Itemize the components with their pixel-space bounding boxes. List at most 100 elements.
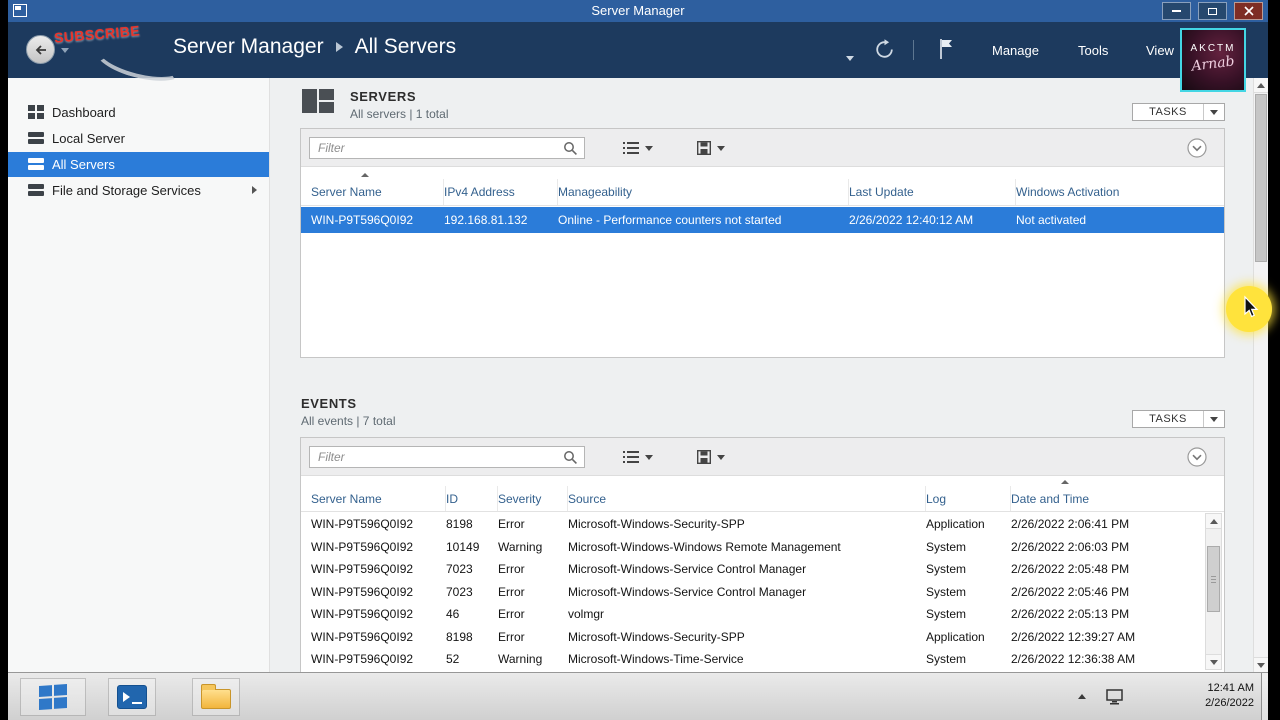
show-desktop-button[interactable] xyxy=(1261,673,1268,720)
window-title: Server Manager xyxy=(591,3,685,18)
column-header-server-name[interactable]: Server Name xyxy=(311,486,446,511)
scroll-down-icon xyxy=(1257,662,1265,668)
events-filter-input[interactable] xyxy=(309,446,585,468)
notifications-flag-icon xyxy=(940,39,952,59)
dropdown-caret-icon xyxy=(645,454,653,460)
servers-collapse-button[interactable] xyxy=(1187,138,1207,163)
titlebar: Server Manager xyxy=(8,0,1268,22)
column-header-server-name[interactable]: Server Name xyxy=(311,179,444,205)
column-header-manageability[interactable]: Manageability xyxy=(558,179,849,205)
tasks-caret-box xyxy=(1204,104,1224,120)
cell-server-name: WIN-P9T596Q0I92 xyxy=(311,607,414,622)
cell-server-name: WIN-P9T596Q0I92 xyxy=(311,584,414,599)
cell-id: 7023 xyxy=(446,562,473,577)
menu-manage[interactable]: Manage xyxy=(992,22,1039,78)
cell-source: volmgr xyxy=(568,607,605,622)
tasks-label: TASKS xyxy=(1149,106,1187,118)
events-save-query-button[interactable] xyxy=(693,446,729,468)
search-icon xyxy=(564,142,577,155)
taskbar-clock[interactable]: 12:41 AM 2/26/2022 xyxy=(1205,681,1254,711)
column-header-last-update[interactable]: Last Update xyxy=(849,179,1016,205)
dropdown-caret-icon xyxy=(717,454,725,460)
network-icon[interactable] xyxy=(1106,688,1124,705)
cell-id: 46 xyxy=(446,607,460,622)
windows-logo-icon xyxy=(39,684,67,710)
cell-log: System xyxy=(926,584,967,599)
scroll-up-button[interactable] xyxy=(1206,514,1221,529)
maximize-button[interactable] xyxy=(1198,2,1227,20)
breadcrumb-root[interactable]: Server Manager xyxy=(173,35,324,59)
scroll-down-button[interactable] xyxy=(1206,654,1221,669)
cell-log: System xyxy=(926,652,967,667)
events-scrollbar[interactable] xyxy=(1205,513,1222,670)
servers-save-query-button[interactable] xyxy=(693,137,729,159)
events-collapse-button[interactable] xyxy=(1187,447,1207,472)
column-header-ipv4[interactable]: IPv4 Address xyxy=(444,179,558,205)
tasks-caret-box xyxy=(1204,411,1224,427)
sidebar-item-dashboard[interactable]: Dashboard xyxy=(8,100,269,125)
menu-tools[interactable]: Tools xyxy=(1078,22,1108,78)
dashboard-icon xyxy=(28,105,44,119)
event-row[interactable]: WIN-P9T596Q0I92 7023 Error Microsoft-Win… xyxy=(301,581,1204,604)
servers-filter-input[interactable] xyxy=(309,137,585,159)
list-view-icon xyxy=(623,451,639,463)
event-row[interactable]: WIN-P9T596Q0I92 46 Error volmgr System 2… xyxy=(301,603,1204,626)
tasks-label: TASKS xyxy=(1149,413,1187,425)
server-icon xyxy=(28,132,44,144)
column-header-log[interactable]: Log xyxy=(926,486,1011,511)
search-icon xyxy=(564,451,577,464)
refresh-button[interactable] xyxy=(874,39,895,65)
breadcrumb-current[interactable]: All Servers xyxy=(355,35,457,59)
notifications-flag-button[interactable] xyxy=(938,38,954,65)
tray-expand-icon[interactable] xyxy=(1078,694,1086,699)
cell-severity: Error xyxy=(498,607,525,622)
sidebar: Dashboard Local Server All Servers File … xyxy=(8,78,270,672)
cell-severity: Warning xyxy=(498,539,543,554)
events-view-options-button[interactable] xyxy=(619,446,657,468)
nav-divider xyxy=(913,40,914,60)
file-explorer-button[interactable] xyxy=(192,678,240,716)
system-tray xyxy=(1078,673,1124,720)
event-row[interactable]: WIN-P9T596Q0I92 52 Warning Microsoft-Win… xyxy=(301,648,1204,671)
column-header-severity[interactable]: Severity xyxy=(498,486,568,511)
powershell-button[interactable] xyxy=(108,678,156,716)
server-manager-window: Server Manager Server Manager All Server… xyxy=(8,0,1268,720)
events-section-title: EVENTS xyxy=(301,396,357,411)
close-button[interactable] xyxy=(1234,2,1263,20)
cell-log: Application xyxy=(926,517,985,532)
dropdown-caret-icon[interactable] xyxy=(846,56,854,61)
cell-server-name: WIN-P9T596Q0I92 xyxy=(311,652,414,667)
column-header-activation[interactable]: Windows Activation xyxy=(1016,179,1224,205)
column-header-source[interactable]: Source xyxy=(568,486,926,511)
history-caret-icon[interactable] xyxy=(61,48,69,53)
start-button[interactable] xyxy=(20,678,86,716)
cell-id: 52 xyxy=(446,652,460,667)
sidebar-item-file-storage[interactable]: File and Storage Services xyxy=(8,178,269,203)
sidebar-item-all-servers[interactable]: All Servers xyxy=(8,152,269,177)
scrollbar-thumb[interactable] xyxy=(1207,546,1220,612)
servers-view-options-button[interactable] xyxy=(619,137,657,159)
list-view-icon xyxy=(623,142,639,154)
events-tasks-button[interactable]: TASKS xyxy=(1132,410,1225,428)
main-scrollbar[interactable] xyxy=(1253,78,1268,672)
menu-view[interactable]: View xyxy=(1146,22,1174,78)
file-storage-icon xyxy=(28,184,44,196)
channel-logo-signature: Arnab xyxy=(1190,53,1236,75)
scroll-down-button[interactable] xyxy=(1254,657,1268,672)
column-header-date-time[interactable]: Date and Time xyxy=(1011,486,1224,511)
sidebar-item-local-server[interactable]: Local Server xyxy=(8,126,269,151)
minimize-button[interactable] xyxy=(1162,2,1191,20)
event-row[interactable]: WIN-P9T596Q0I92 7023 Error Microsoft-Win… xyxy=(301,558,1204,581)
powershell-icon xyxy=(117,685,147,709)
event-row[interactable]: WIN-P9T596Q0I92 8198 Error Microsoft-Win… xyxy=(301,513,1204,536)
sidebar-item-label: Local Server xyxy=(52,131,125,146)
column-header-id[interactable]: ID xyxy=(446,486,498,511)
scroll-up-button[interactable] xyxy=(1254,78,1268,93)
back-button[interactable] xyxy=(26,35,55,64)
servers-tasks-button[interactable]: TASKS xyxy=(1132,103,1225,121)
server-row-selected[interactable]: WIN-P9T596Q0I92 192.168.81.132 Online - … xyxy=(301,207,1224,233)
event-row[interactable]: WIN-P9T596Q0I92 10149 Warning Microsoft-… xyxy=(301,536,1204,559)
scrollbar-thumb[interactable] xyxy=(1255,94,1267,262)
cell-time: 2/26/2022 2:05:13 PM xyxy=(1011,607,1130,622)
event-row[interactable]: WIN-P9T596Q0I92 8198 Error Microsoft-Win… xyxy=(301,626,1204,649)
